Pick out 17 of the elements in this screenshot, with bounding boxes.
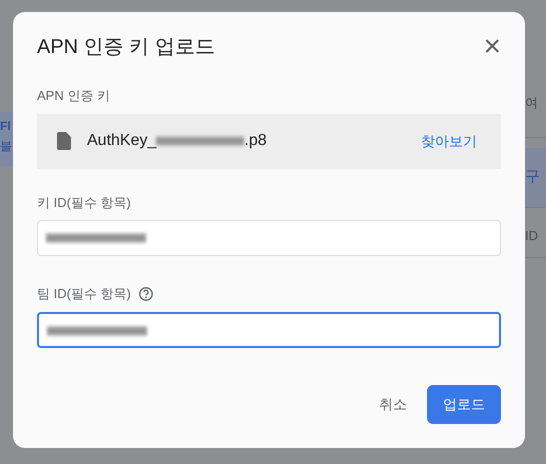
- close-button[interactable]: ×: [483, 32, 501, 62]
- background-text: ID: [525, 228, 538, 243]
- input-field[interactable]: [37, 312, 501, 348]
- cancel-button[interactable]: 취소: [367, 386, 419, 423]
- file-name: AuthKey_ .p8: [87, 131, 267, 151]
- background-text: 블: [0, 138, 12, 155]
- browse-link[interactable]: 찾아보기: [421, 130, 477, 152]
- field-label: 키 ID(필수 항목): [37, 194, 131, 212]
- help-icon[interactable]: [138, 286, 153, 301]
- file-icon: [57, 132, 71, 150]
- field-label: APN 인증 키: [37, 87, 111, 105]
- background-text: 구: [525, 168, 540, 185]
- dialog-title: APN 인증 키 업로드: [37, 35, 215, 60]
- upload-button[interactable]: 업로드: [427, 385, 501, 424]
- field-label: 팀 ID(필수 항목): [37, 285, 131, 303]
- background-text: Fl: [0, 118, 11, 135]
- background-text: 여: [525, 95, 538, 110]
